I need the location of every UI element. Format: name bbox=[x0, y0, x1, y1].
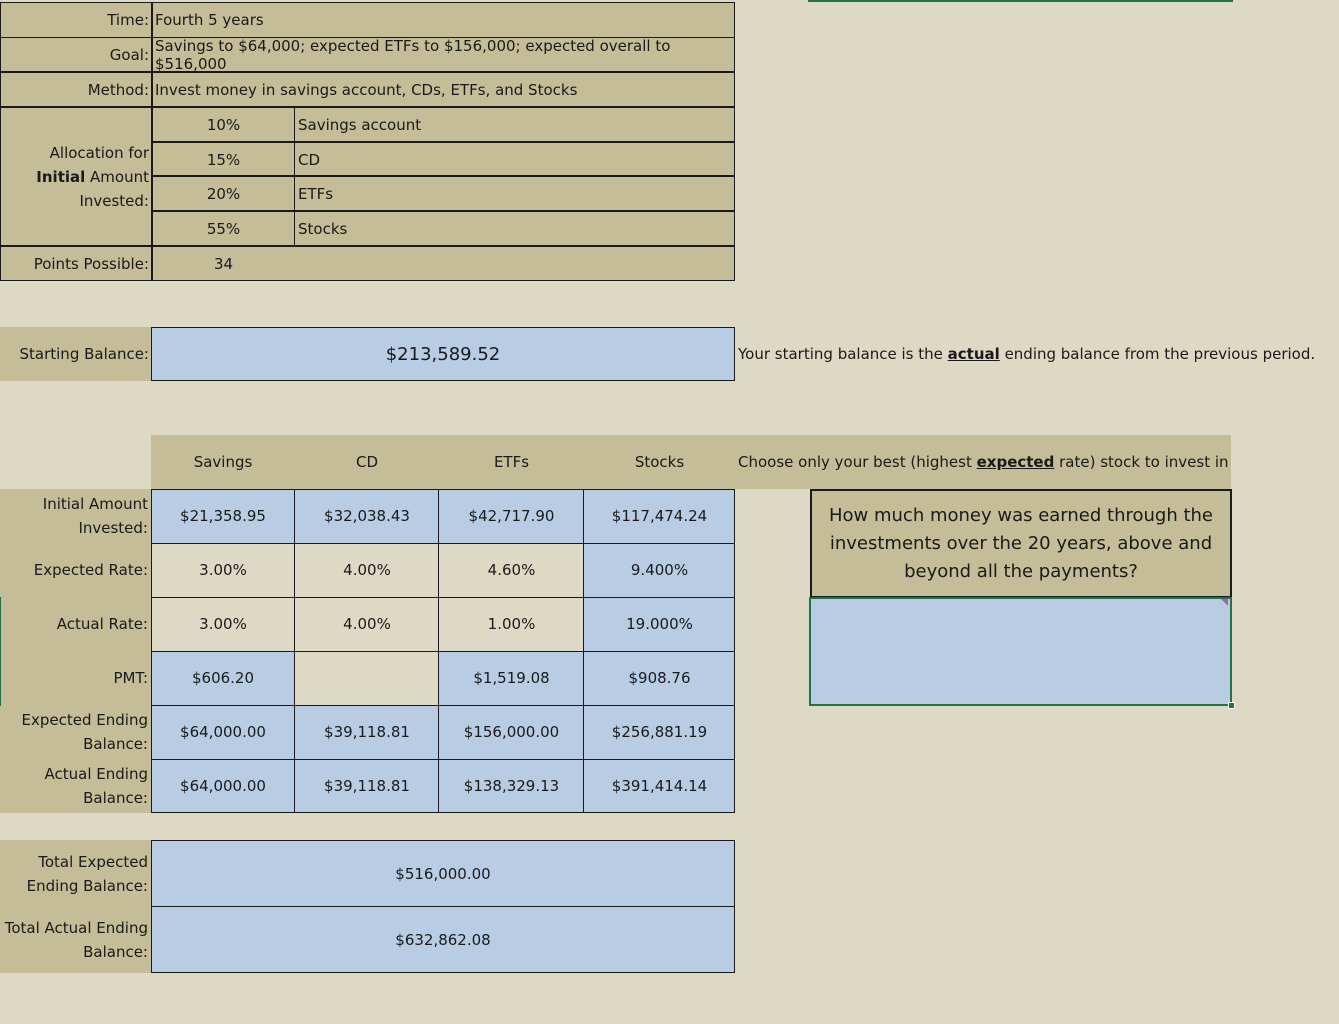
time-value[interactable]: Fourth 5 years bbox=[152, 2, 735, 37]
column-header-etfs: ETFs bbox=[493, 453, 530, 471]
column-header-savings: Savings bbox=[193, 453, 253, 471]
total-actual-label-line1: Total Actual Ending bbox=[4, 919, 148, 937]
row-header-edge bbox=[0, 597, 1, 706]
allocation-percent-etfs[interactable]: 20% bbox=[152, 176, 295, 211]
starting-note-after: ending balance from the previous period. bbox=[999, 345, 1316, 363]
row-label-actual-ending: Actual Ending Balance: bbox=[0, 759, 151, 813]
grid-line bbox=[151, 2, 153, 281]
allocation-label-rest: Amount bbox=[85, 167, 149, 186]
row-label-expected-rate: Expected Rate: bbox=[33, 561, 148, 579]
allocation-name-savings[interactable]: Savings account bbox=[295, 107, 735, 142]
grid-line bbox=[152, 175, 735, 177]
allocation-label-line1: Allocation for bbox=[49, 143, 149, 162]
fill-handle-icon[interactable] bbox=[1228, 702, 1235, 709]
grid-line bbox=[151, 597, 735, 598]
comment-indicator-icon bbox=[1221, 599, 1228, 606]
stock-note-after: rate) stock to invest in bbox=[1054, 453, 1229, 471]
allocation-percent-cd[interactable]: 15% bbox=[152, 142, 295, 177]
row-label-pmt: PMT: bbox=[113, 669, 148, 687]
stock-note-before: Choose only your best (highest bbox=[738, 453, 977, 471]
points-value[interactable]: 34 bbox=[152, 246, 295, 281]
method-label: Method: bbox=[87, 80, 149, 99]
row-label-line2: Balance: bbox=[83, 789, 148, 807]
total-expected-label-line2: Ending Balance: bbox=[26, 876, 148, 895]
allocation-label: Allocation for Initial Amount Invested: bbox=[0, 107, 152, 246]
answer-value bbox=[815, 640, 1215, 664]
row-label-initial-invested: Initial Amount Invested: bbox=[0, 489, 151, 543]
grid-line bbox=[294, 107, 295, 246]
goal-label: Goal: bbox=[109, 45, 149, 64]
method-value[interactable]: Invest money in savings account, CDs, ET… bbox=[152, 72, 735, 107]
grid-line bbox=[151, 543, 735, 544]
row-label-line1: Actual Ending bbox=[44, 765, 148, 783]
grid-line bbox=[0, 37, 735, 38]
starting-balance-note: Your starting balance is the actual endi… bbox=[738, 327, 1338, 381]
selection-edge bbox=[808, 0, 1233, 2]
total-actual-value[interactable]: $632,862.08 bbox=[151, 906, 735, 973]
question-text: How much money was earned through the in… bbox=[828, 504, 1214, 582]
starting-note-before: Your starting balance is the bbox=[738, 345, 948, 363]
allocation-percent-stocks[interactable]: 55% bbox=[152, 211, 295, 246]
starting-balance-label: Starting Balance: bbox=[0, 327, 152, 381]
grid-line bbox=[0, 245, 735, 247]
starting-balance-value[interactable]: $213,589.52 bbox=[151, 327, 735, 381]
total-actual-label-line2: Balance: bbox=[83, 943, 148, 961]
row-label-expected-ending: Expected Ending Balance: bbox=[0, 705, 151, 759]
total-expected-label-line1: Total Expected bbox=[38, 852, 148, 871]
grid-line bbox=[151, 651, 735, 652]
grid-line bbox=[151, 705, 735, 706]
row-label-line2: Invested: bbox=[78, 519, 148, 537]
row-label-line1: Initial Amount bbox=[42, 495, 148, 513]
column-header-stocks: Stocks bbox=[634, 453, 685, 471]
allocation-name-cd[interactable]: CD bbox=[295, 142, 735, 177]
stock-note-bold: expected bbox=[976, 453, 1055, 471]
allocation-label-bold: Initial bbox=[36, 167, 86, 186]
column-header-cd: CD bbox=[355, 453, 379, 471]
points-label: Points Possible: bbox=[33, 254, 149, 273]
grid-line bbox=[152, 141, 735, 143]
allocation-percent-savings[interactable]: 10% bbox=[152, 107, 295, 142]
row-label-actual-rate: Actual Rate: bbox=[56, 615, 148, 633]
grid-line bbox=[438, 489, 439, 813]
grid-line bbox=[583, 489, 584, 813]
starting-note-bold: actual bbox=[947, 345, 1000, 363]
grid-line bbox=[0, 106, 735, 108]
grid-line bbox=[151, 759, 735, 760]
allocation-label-line3: Invested: bbox=[79, 191, 149, 210]
goal-value[interactable]: Savings to $64,000; expected ETFs to $15… bbox=[152, 37, 735, 73]
row-label-line1: Expected Ending bbox=[21, 711, 148, 729]
total-expected-label: Total Expected Ending Balance: bbox=[0, 840, 151, 907]
allocation-label-line2: Initial Amount bbox=[36, 165, 149, 189]
allocation-name-etfs[interactable]: ETFs bbox=[295, 176, 735, 211]
grid-line bbox=[0, 71, 735, 73]
time-label: Time: bbox=[107, 10, 149, 29]
grid-line bbox=[294, 489, 295, 813]
stock-choice-note: Choose only your best (highest expected … bbox=[738, 435, 1231, 489]
allocation-name-stocks[interactable]: Stocks bbox=[295, 211, 735, 246]
grid-line bbox=[152, 210, 735, 212]
row-label-line2: Balance: bbox=[83, 735, 148, 753]
total-actual-label: Total Actual Ending Balance: bbox=[0, 907, 151, 973]
total-expected-value[interactable]: $516,000.00 bbox=[151, 840, 735, 907]
